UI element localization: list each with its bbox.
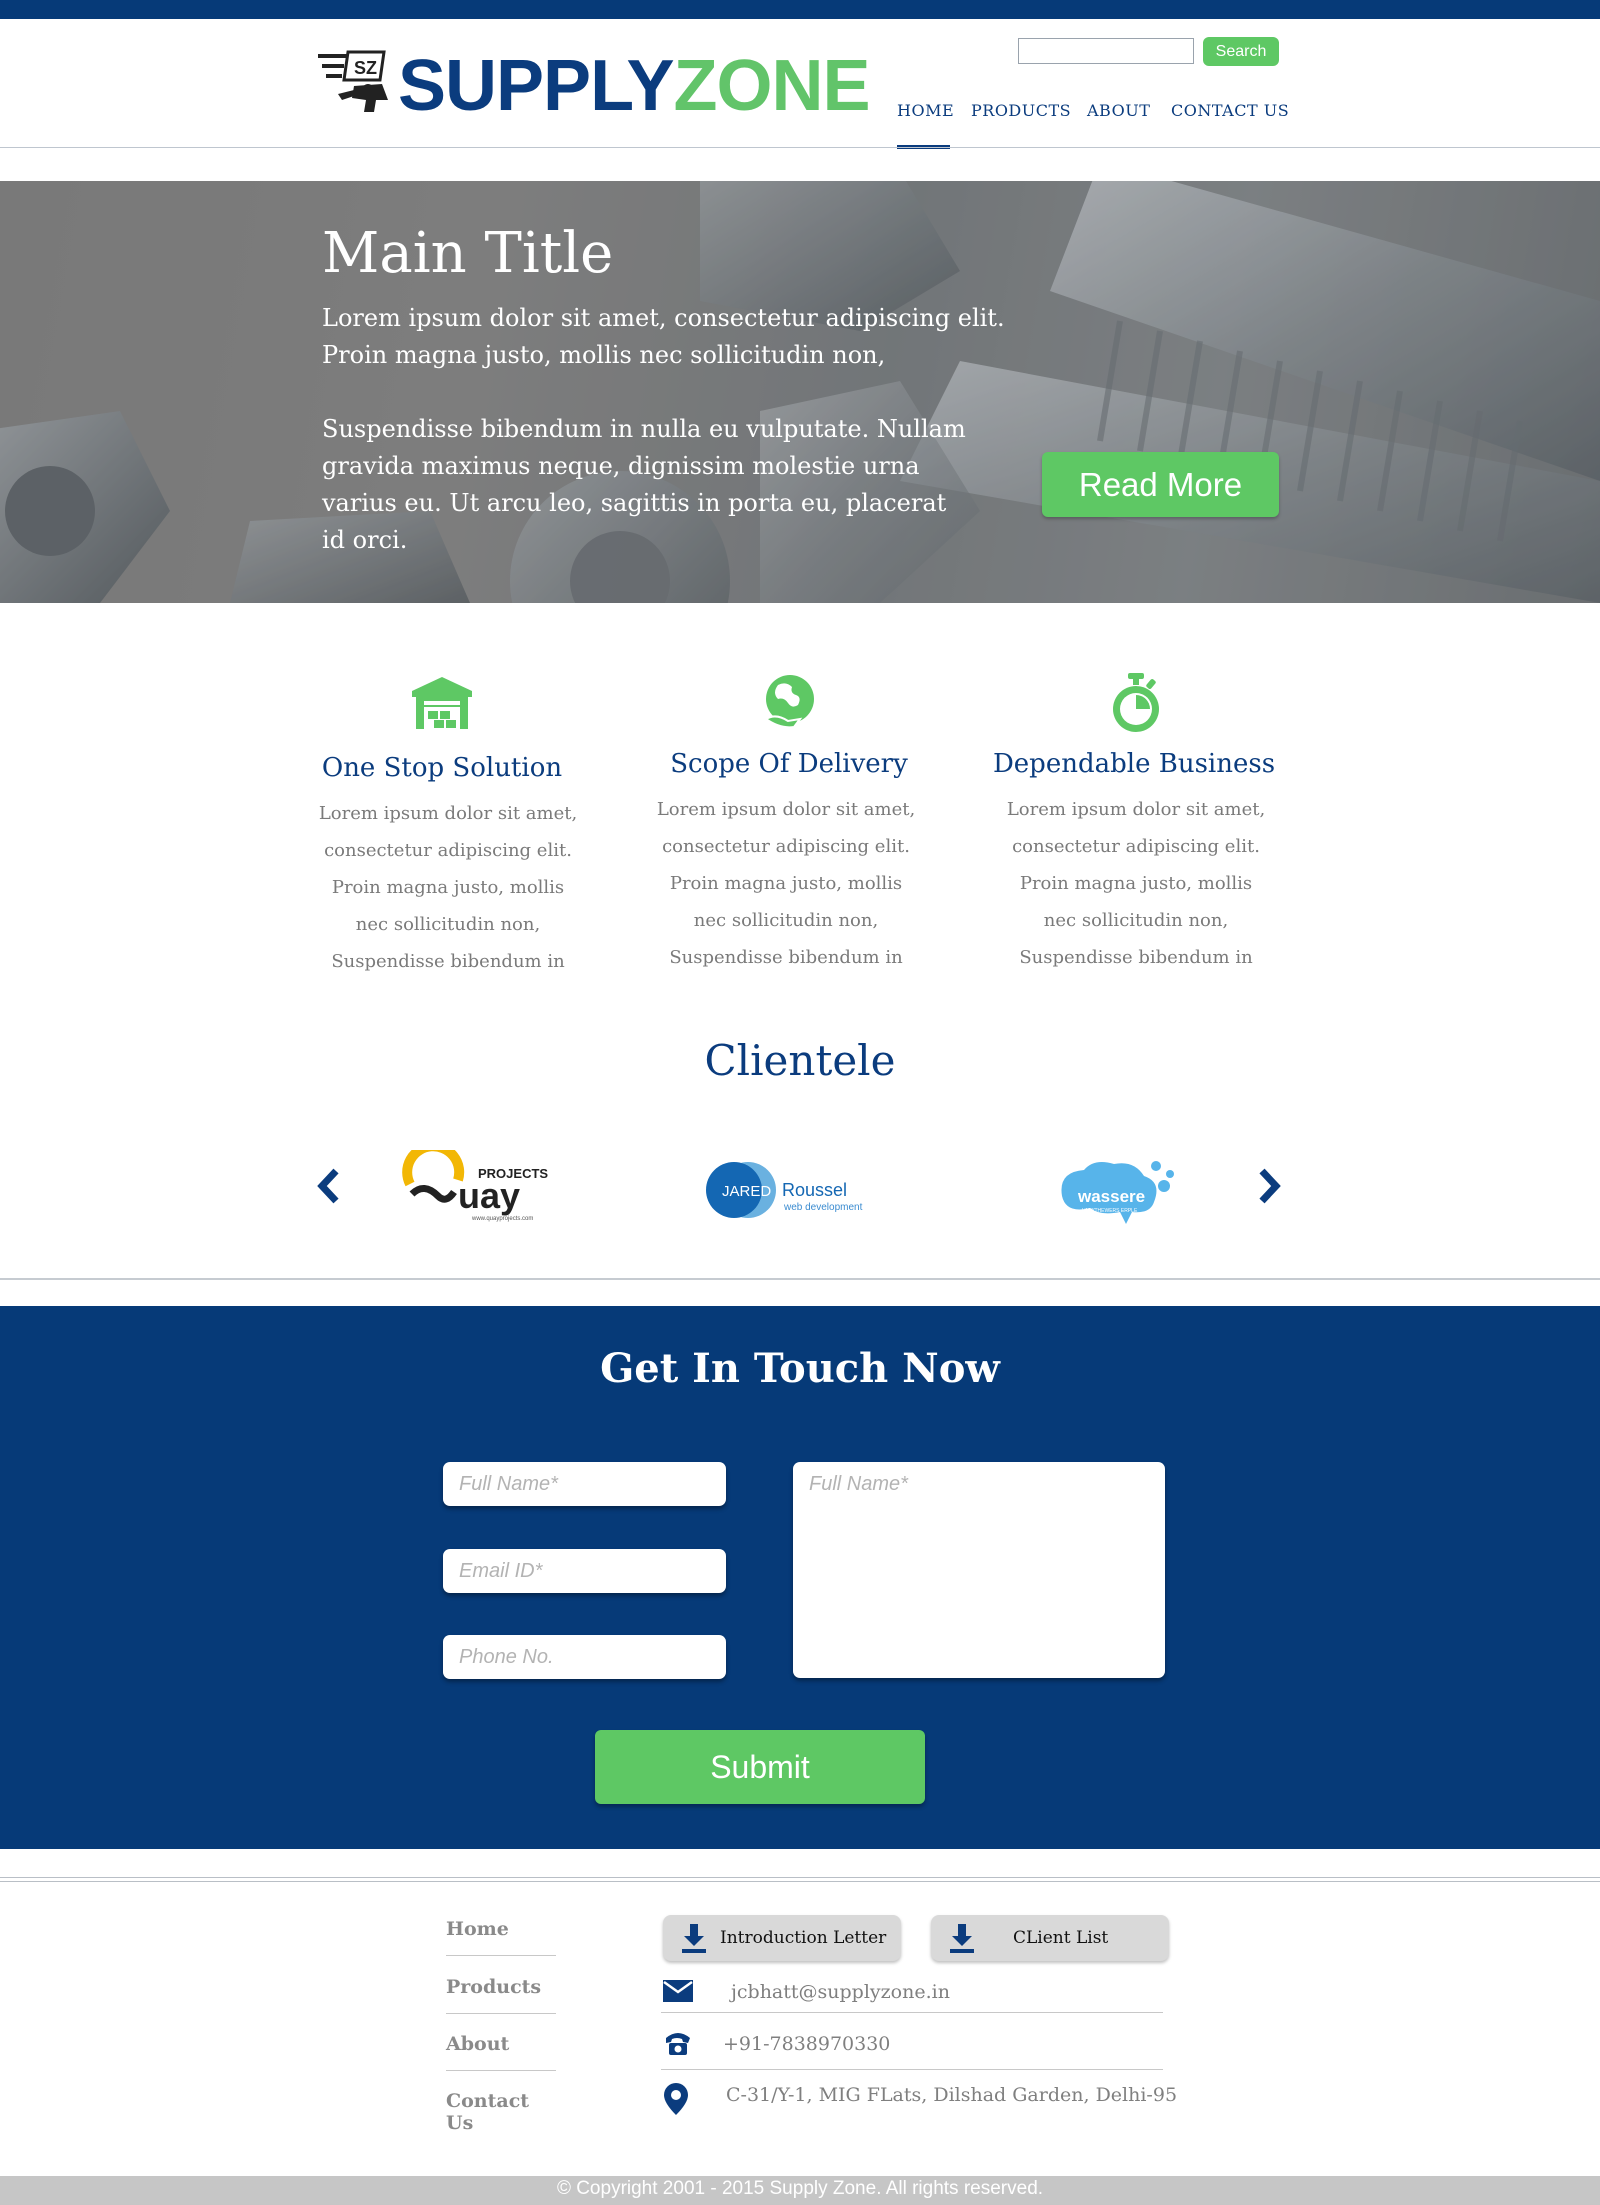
feature-line: Proin magna justo, mollis [669,873,903,894]
hero-p2-line: varius eu. Ut arcu leo, sagittis in port… [322,489,947,517]
contact-title: Get In Touch Now [600,1345,1000,1392]
logo-mark-text: SZ [354,58,377,78]
client-logo-jared-roussel[interactable]: JARED Roussel web development [704,1160,884,1220]
feature-line: Suspendisse bibendum in [1019,947,1253,968]
email-input[interactable]: Email ID* [443,1549,726,1593]
hero-p2-line: gravida maximus neque, dignissim molesti… [322,452,920,480]
quay-logo-text: uay [458,1175,520,1216]
feature-title-dependable: Dependable Business [992,749,1276,779]
hero-p1-line: Lorem ipsum dolor sit amet, consectetur … [322,304,1005,332]
wassere-sub-text: UMWTHEWERS ERPLE [1082,1208,1138,1214]
clientele-title: Clientele [704,1036,896,1085]
message-textarea[interactable]: Full Name* [793,1462,1165,1678]
search-input[interactable] [1018,38,1194,64]
search-button[interactable]: Search [1203,37,1279,66]
jared-logo-text: JARED [722,1183,771,1200]
full-name-input[interactable]: Full Name* [443,1462,726,1506]
footer-phone[interactable]: +91-7838970330 [723,2033,890,2055]
feature-line: Lorem ipsum dolor sit amet, [656,799,916,820]
carousel-prev-chevron-icon[interactable] [314,1167,342,1205]
footer-link-about[interactable]: About [446,2033,556,2055]
download-icon [682,1924,706,1954]
client-logo-wassere[interactable]: wassere UMWTHEWERS ERPLE [1048,1156,1188,1232]
roussel-logo-text: Roussel [782,1180,847,1200]
footer-link-products[interactable]: Products [446,1976,556,1998]
feature-line: consectetur adipiscing elit. [1012,836,1260,857]
feature-line: Proin magna justo, mollis [1019,873,1253,894]
nav-products[interactable]: PRODUCTS [971,101,1071,120]
nav-about[interactable]: ABOUT [1087,101,1150,120]
footer-link-contact-us[interactable]: Contact Us [446,2090,556,2134]
feature-line: Lorem ipsum dolor sit amet, [1006,799,1266,820]
feature-text-dependable: Lorem ipsum dolor sit amet, consectetur … [936,791,1336,976]
hero-p1-line: Proin magna justo, mollis nec sollicitud… [322,341,886,369]
stopwatch-icon [1104,673,1168,733]
feature-title-scope: Scope Of Delivery [670,749,908,779]
top-bar [0,0,1600,19]
footer-link-divider [446,1955,556,1956]
footer-address: C-31/Y-1, MIG FLats, Dilshad Garden, Del… [726,2084,1178,2106]
header-divider [0,147,1600,148]
download-client-list-label: CLient List [1013,1928,1109,1948]
nav-contact-us[interactable]: CONTACT US [1171,101,1289,120]
carousel-next-chevron-icon[interactable] [1256,1167,1284,1205]
footer-link-home[interactable]: Home [446,1918,556,1940]
feature-line: nec sollicitudin non, [1043,910,1229,931]
feature-title-one-stop: One Stop Solution [321,753,563,783]
footer-email[interactable]: jcbhatt@supplyzone.in [731,1981,950,2003]
logo-part-supply: SUPPLY [398,46,674,126]
telephone-icon [664,2030,692,2056]
feature-line: nec sollicitudin non, [693,910,879,931]
logo-part-zone: ZONE [673,46,870,126]
wassere-logo-text: wassere [1077,1187,1145,1206]
globe-delivery-icon [758,673,822,733]
client-logo-quay[interactable]: PROJECTS uay www.quayprojects.com [402,1141,562,1224]
read-more-button[interactable]: Read More [1042,452,1279,517]
phone-input[interactable]: Phone No. [443,1635,726,1679]
hero-title: Main Title [322,221,614,286]
warehouse-icon [410,675,474,735]
hero-p2-line: id orci. [322,526,408,554]
copyright-text: © Copyright 2001 - 2015 Supply Zone. All… [556,2178,1044,2199]
feature-line: Suspendisse bibendum in [669,947,903,968]
download-icon [950,1924,974,1954]
clientele-divider [0,1278,1600,1280]
footer-link-divider [446,2070,556,2071]
jared-sub-text: web development [783,1202,863,1213]
logo-wordmark[interactable]: SUPPLYZONE [398,50,870,122]
feature-line: consectetur adipiscing elit. [662,836,910,857]
logo-mark-icon[interactable]: SZ [318,50,400,120]
hero-paragraph-2: Suspendisse bibendum in nulla eu vulputa… [322,411,966,559]
download-introduction-letter-label: Introduction Letter [720,1928,887,1948]
footer-info-divider [661,2069,1163,2070]
submit-button[interactable]: Submit [595,1730,925,1804]
feature-text-scope: Lorem ipsum dolor sit amet, consectetur … [586,791,986,976]
nav-home[interactable]: HOME [897,101,954,120]
quay-url-text: www.quayprojects.com [471,1216,533,1222]
envelope-icon [663,1980,693,2002]
hero-paragraph-1: Lorem ipsum dolor sit amet, consectetur … [322,300,1005,374]
footer-link-divider [446,2013,556,2014]
hero-p2-line: Suspendisse bibendum in nulla eu vulputa… [322,415,966,443]
location-pin-icon [664,2083,688,2115]
footer-divider [0,1877,1600,1882]
footer-info-divider [661,2012,1163,2013]
